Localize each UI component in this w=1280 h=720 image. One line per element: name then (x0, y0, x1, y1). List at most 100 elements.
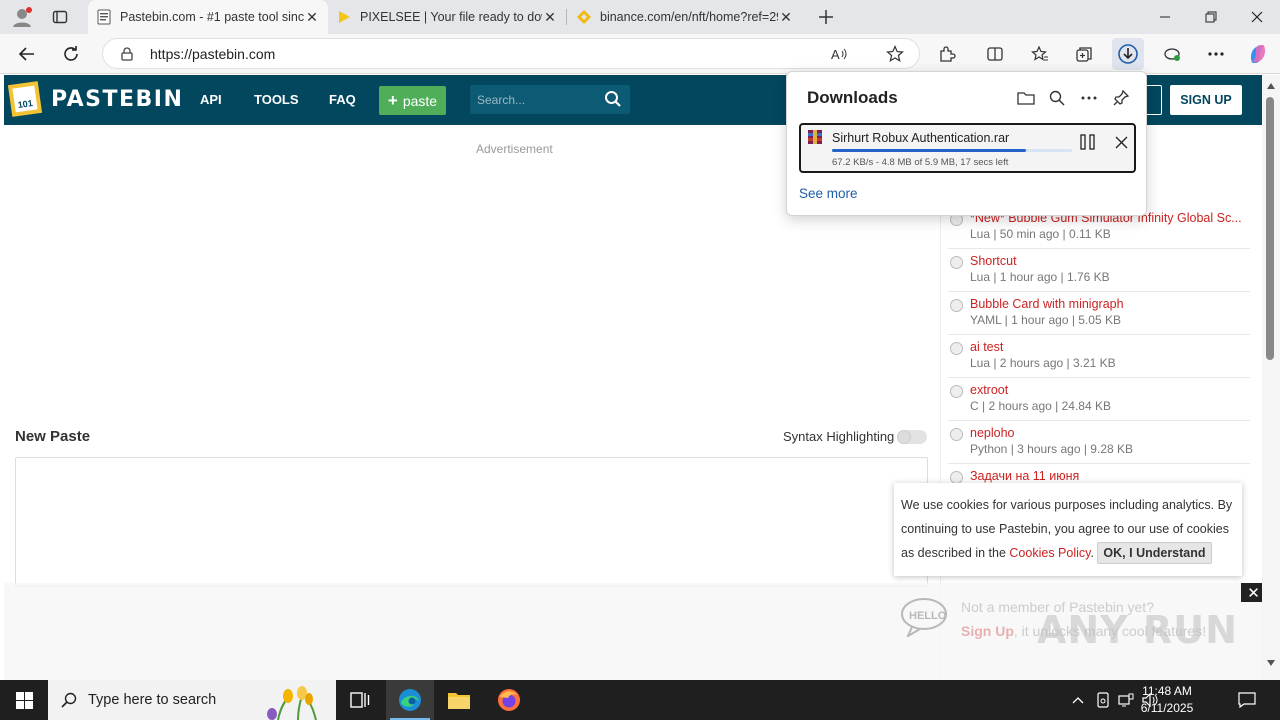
toggle-knob (897, 430, 911, 444)
tab-strip: Pastebin.com - #1 paste tool since 2002!… (0, 0, 1280, 34)
paste-title-link[interactable]: Shortcut (970, 254, 1248, 268)
settings-more-icon[interactable] (1200, 38, 1232, 70)
search-placeholder: Search... (477, 93, 526, 107)
scroll-down-icon[interactable] (1267, 660, 1275, 666)
paste-title-link[interactable]: ai test (970, 340, 1248, 354)
device-icon[interactable] (1094, 691, 1112, 709)
pin-icon[interactable] (1109, 86, 1133, 110)
tab-actions-icon[interactable] (44, 1, 76, 33)
file-explorer-icon[interactable] (435, 680, 483, 720)
search-input[interactable]: Search... (470, 85, 630, 114)
paste-meta: Lua | 2 hours ago | 3.21 KB (970, 356, 1116, 370)
svg-text:A: A (831, 47, 840, 62)
paste-meta: Lua | 50 min ago | 0.11 KB (970, 227, 1111, 241)
close-window-icon[interactable] (1234, 0, 1280, 34)
extensions-icon[interactable] (931, 38, 963, 70)
paste-title-link[interactable]: Задачи на 11 июня (970, 469, 1248, 483)
cookie-text-end: . (1090, 546, 1098, 560)
paste-meta: Lua | 1 hour ago | 1.76 KB (970, 270, 1110, 284)
syntax-highlighting-toggle[interactable] (897, 430, 927, 444)
svg-text:101: 101 (17, 98, 33, 110)
more-options-icon[interactable] (1077, 86, 1101, 110)
paste-textarea[interactable] (15, 457, 928, 587)
tray-overflow-chevron-icon[interactable] (1069, 691, 1087, 709)
cancel-download-icon[interactable] (1110, 132, 1132, 152)
copilot-icon[interactable] (1242, 38, 1274, 70)
start-windows-icon[interactable] (0, 680, 48, 720)
scroll-up-icon[interactable] (1267, 83, 1275, 89)
list-item: Shortcut Lua | 1 hour ago | 1.76 KB (948, 249, 1250, 292)
search-downloads-icon[interactable] (1045, 86, 1069, 110)
edge-taskbar-icon[interactable] (386, 680, 434, 720)
refresh-icon[interactable] (55, 38, 87, 70)
tulips-illustration-icon (258, 682, 334, 720)
task-view-icon[interactable] (336, 680, 384, 720)
open-folder-icon[interactable] (1014, 86, 1038, 110)
site-info-lock-icon[interactable] (111, 38, 143, 70)
restore-icon[interactable] (1188, 0, 1234, 34)
profile-avatar-icon[interactable] (6, 1, 38, 33)
close-tab-icon[interactable]: ✕ (304, 9, 320, 26)
address-bar[interactable]: https://pastebin.com A (102, 38, 920, 69)
public-globe-icon (950, 428, 963, 441)
firefox-icon[interactable] (485, 680, 533, 720)
syntax-highlighting-label: Syntax Highlighting (783, 429, 895, 444)
downloads-icon[interactable] (1112, 38, 1144, 70)
tab-title: binance.com/en/nft/home?ref=29 (600, 10, 778, 24)
tab-pastebin[interactable]: Pastebin.com - #1 paste tool since 2002!… (88, 0, 328, 34)
new-paste-button[interactable]: + paste (379, 86, 446, 115)
play-favicon-icon (336, 9, 352, 25)
cookies-policy-link[interactable]: Cookies Policy (1009, 546, 1090, 560)
pause-icon[interactable] (1077, 132, 1099, 152)
split-screen-icon[interactable] (979, 38, 1011, 70)
taskbar-clock[interactable]: 11:48 AM 6/11/2025 (1133, 683, 1201, 717)
paste-title-link[interactable]: extroot (970, 383, 1248, 397)
watermark: ANY RUN (1037, 608, 1238, 652)
nav-faq[interactable]: FAQ (329, 92, 356, 107)
paste-title-link[interactable]: neploho (970, 426, 1248, 440)
scrollbar-thumb[interactable] (1266, 97, 1274, 360)
download-file-name[interactable]: Sirhurt Robux Authentication.rar (832, 131, 1009, 145)
minimize-icon[interactable] (1142, 0, 1188, 34)
collections-icon[interactable] (1068, 38, 1100, 70)
binance-favicon-icon (576, 9, 592, 25)
public-globe-icon (950, 299, 963, 312)
browser-toolbar: https://pastebin.com A (0, 34, 1280, 74)
close-tab-icon[interactable]: ✕ (542, 9, 558, 26)
clock-date: 6/11/2025 (1140, 701, 1194, 715)
favorite-star-icon[interactable] (879, 38, 911, 70)
pastebin-logo-icon[interactable]: 101 (7, 79, 44, 117)
public-globe-icon (950, 342, 963, 355)
paste-title-link[interactable]: Bubble Card with minigraph (970, 297, 1248, 311)
page-scrollbar[interactable] (1262, 75, 1280, 680)
tab-binance[interactable]: binance.com/en/nft/home?ref=29 ✕ (568, 0, 802, 34)
favorites-icon[interactable] (1024, 38, 1056, 70)
member-signup-link[interactable]: Sign Up (961, 623, 1014, 639)
downloads-panel: Downloads Sirhurt Robux Authentication.r… (786, 71, 1147, 216)
paste-button-label: paste (402, 92, 438, 109)
signup-button[interactable]: SIGN UP (1170, 85, 1242, 115)
cookie-accept-button[interactable]: OK, I Understand (1097, 542, 1212, 564)
back-icon[interactable] (11, 38, 43, 70)
new-tab-icon[interactable] (810, 1, 842, 33)
download-item[interactable]: Sirhurt Robux Authentication.rar 67.2 KB… (799, 123, 1136, 173)
notifications-icon[interactable] (1238, 691, 1256, 709)
rar-archive-icon (807, 129, 823, 148)
svg-text:HELLO: HELLO (909, 610, 947, 622)
taskbar-search-box[interactable]: Type here to search (48, 680, 336, 720)
url-text: https://pastebin.com (150, 46, 276, 62)
plus-icon: + (387, 90, 398, 110)
taskbar: Type here to search 11:48 AM 6/11/2025 (0, 680, 1280, 720)
close-tab-icon[interactable]: ✕ (778, 9, 794, 26)
tab-pixelsee[interactable]: PIXELSEE | Your file ready to download ✕ (328, 0, 566, 34)
nav-tools[interactable]: TOOLS (254, 92, 299, 107)
pastebin-logo-text[interactable]: PASTEBIN (51, 87, 183, 112)
browser-essentials-icon[interactable] (1156, 38, 1188, 70)
see-more-link[interactable]: See more (799, 186, 858, 201)
read-aloud-icon[interactable]: A (823, 38, 855, 70)
advertisement-label: Advertisement (476, 142, 553, 156)
clock-time: 11:48 AM (1142, 684, 1192, 698)
list-item: ai test Lua | 2 hours ago | 3.21 KB (948, 335, 1250, 378)
search-icon[interactable] (604, 90, 622, 111)
nav-api[interactable]: API (200, 92, 222, 107)
